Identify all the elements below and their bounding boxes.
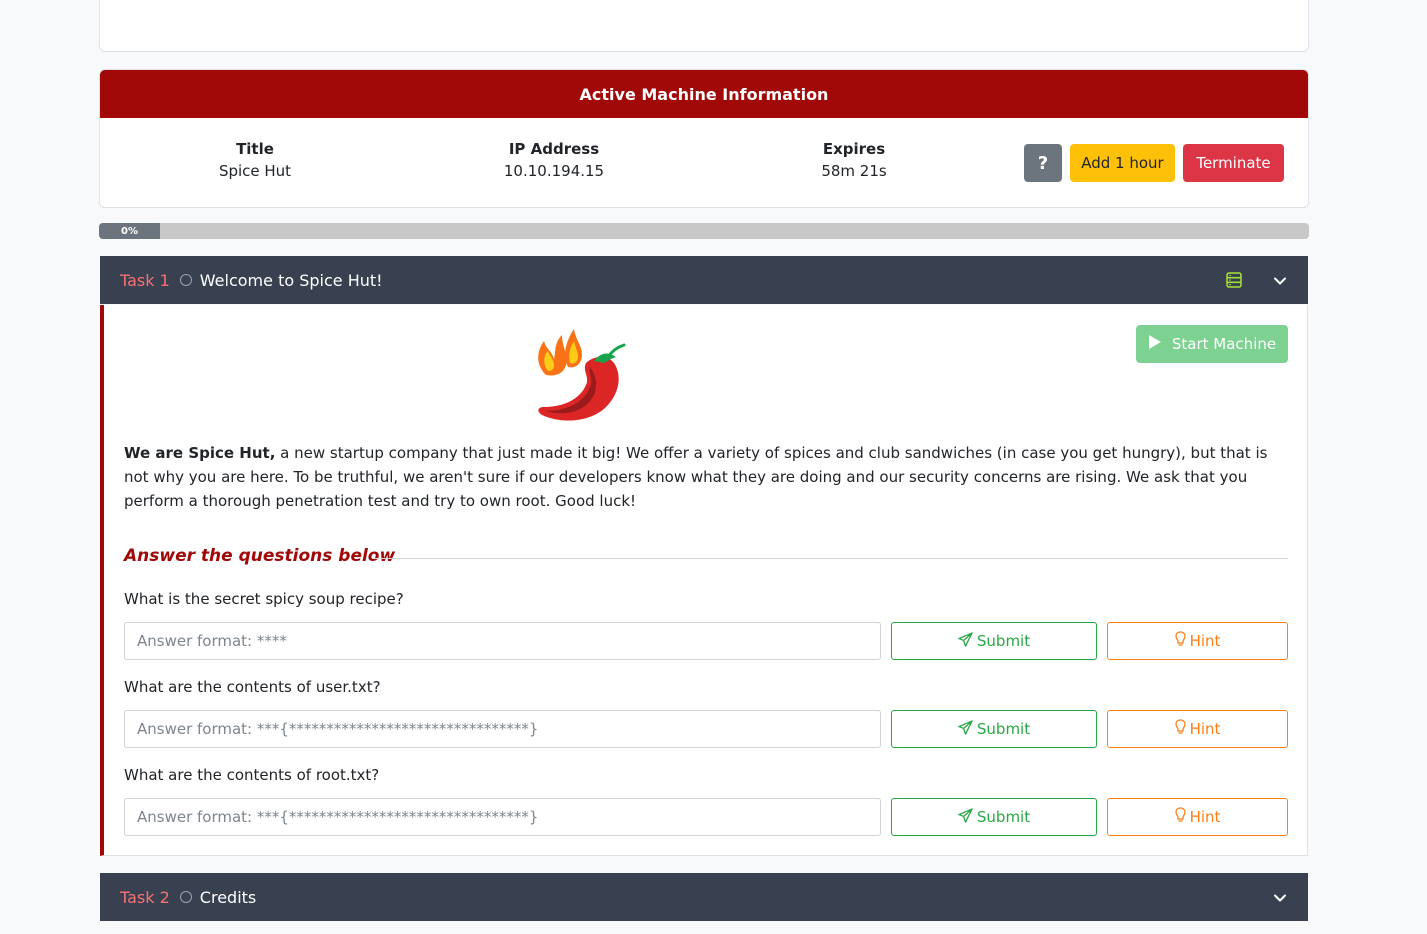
task2-status-circle-icon: [179, 891, 192, 903]
machine-title-value: Spice Hut: [218, 162, 292, 180]
hint-2-button[interactable]: Hint: [1107, 710, 1288, 748]
submit-2-label: Submit: [976, 720, 1031, 738]
question-1-text: What is the secret spicy soup recipe?: [124, 590, 404, 608]
answers-divider: [374, 558, 1288, 559]
chili-pepper-logo: [524, 323, 634, 427]
answers-heading: Answer the questions below: [124, 546, 396, 566]
answer-3-input[interactable]: [124, 798, 881, 836]
task2-header[interactable]: Task 2 Credits: [100, 873, 1308, 921]
paper-plane-icon: [958, 719, 973, 739]
submit-3-label: Submit: [976, 808, 1031, 826]
machine-expires: Expires 58m 21s: [734, 140, 974, 180]
add-hour-button[interactable]: Add 1 hour: [1070, 144, 1175, 182]
submit-1-button[interactable]: Submit: [891, 622, 1097, 660]
hint-3-button[interactable]: Hint: [1107, 798, 1288, 836]
machine-expires-value: 58m 21s: [821, 162, 887, 180]
help-button[interactable]: ?: [1024, 144, 1062, 182]
top-card: [99, 0, 1309, 52]
progress-label: 0%: [99, 223, 160, 239]
submit-1-label: Submit: [976, 632, 1031, 650]
submit-2-button[interactable]: Submit: [891, 710, 1097, 748]
start-machine-button[interactable]: Start Machine: [1136, 325, 1288, 363]
machine-ip-label: IP Address: [508, 140, 600, 158]
task1-description-bold: We are Spice Hut,: [124, 444, 276, 462]
task1-number: Task 1: [120, 270, 170, 290]
play-icon: [1148, 334, 1162, 354]
task1-header[interactable]: Task 1 Welcome to Spice Hut!: [100, 256, 1308, 304]
task2-number: Task 2: [120, 887, 170, 907]
task1-title: Welcome to Spice Hut!: [199, 270, 383, 290]
lightbulb-icon: [1174, 719, 1186, 739]
machine-title: Title Spice Hut: [135, 140, 375, 180]
machine-header: Active Machine Information: [100, 70, 1308, 118]
chevron-down-icon[interactable]: [1273, 890, 1287, 909]
submit-3-button[interactable]: Submit: [891, 798, 1097, 836]
hint-1-label: Hint: [1189, 632, 1221, 650]
lightbulb-icon: [1174, 631, 1186, 651]
hint-3-label: Hint: [1189, 808, 1221, 826]
start-machine-label: Start Machine: [1171, 335, 1277, 353]
lightbulb-icon: [1174, 807, 1186, 827]
hint-1-button[interactable]: Hint: [1107, 622, 1288, 660]
task1-status-circle-icon: [179, 274, 192, 286]
paper-plane-icon: [958, 807, 973, 827]
task1-body: Start Machine We are Spice Hut, a new st…: [100, 305, 1308, 856]
machine-ip-value: 10.10.194.15: [503, 162, 605, 180]
answer-1-input[interactable]: [124, 622, 881, 660]
answer-2-input[interactable]: [124, 710, 881, 748]
terminate-button[interactable]: Terminate: [1183, 144, 1284, 182]
machine-ip: IP Address 10.10.194.15: [434, 140, 674, 180]
machine-expires-label: Expires: [822, 140, 886, 158]
chevron-down-icon[interactable]: [1273, 273, 1287, 292]
progress-bar: 0%: [99, 223, 1309, 239]
task2-title: Credits: [199, 887, 257, 907]
paper-plane-icon: [958, 631, 973, 651]
active-machine-card: Active Machine Information Title Spice H…: [99, 69, 1309, 208]
question-2-text: What are the contents of user.txt?: [124, 678, 381, 696]
hint-2-label: Hint: [1189, 720, 1221, 738]
task1-description-text: a new startup company that just made it …: [124, 444, 1268, 510]
task1-description: We are Spice Hut, a new startup company …: [124, 441, 1288, 513]
question-3-text: What are the contents of root.txt?: [124, 766, 380, 784]
task-files-icon[interactable]: [1226, 272, 1242, 292]
machine-title-label: Title: [236, 140, 274, 158]
